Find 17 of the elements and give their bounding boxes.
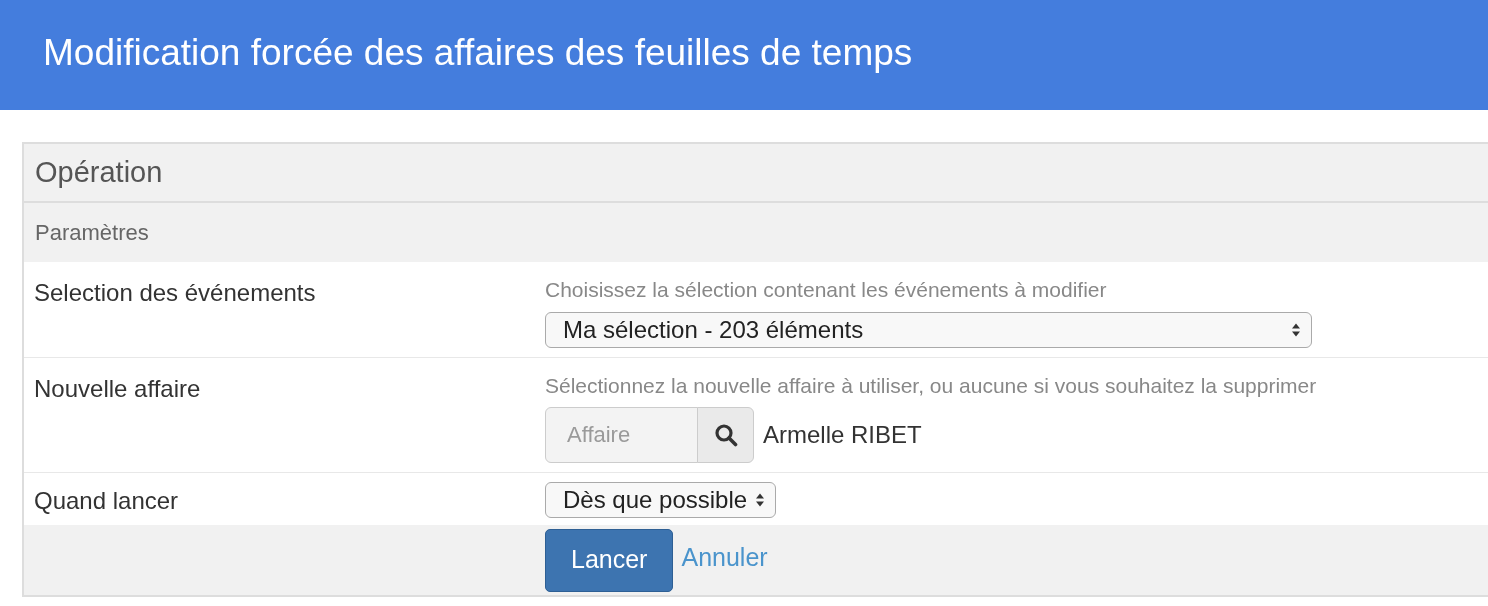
lancer-button[interactable]: Lancer: [545, 528, 674, 592]
search-button[interactable]: [697, 407, 754, 463]
select-dropdown[interactable]: Ma sélection - 203 éléments: [545, 311, 1312, 348]
select-dropdown[interactable]: Dès que possible: [545, 482, 777, 518]
panel-title: Opération: [35, 154, 163, 190]
field-label: Nouvelle affaire: [34, 374, 201, 402]
dropdown-arrows-icon: [1291, 321, 1301, 338]
field-label: Quand lancer: [34, 487, 179, 514]
field-help-text: Choisissez la sélection contenant les événements à modifier: [545, 277, 1108, 303]
selected-affaire-text: Armelle RIBET: [763, 420, 922, 450]
field-help-text: Sélectionnez la nouvelle affaire à utiliser, ou aucune si vous souhaitez la supprimer: [545, 372, 1317, 399]
panel-subtitle: Paramètres: [35, 219, 149, 247]
search-icon: [713, 423, 738, 447]
field-label: Selection des événements: [34, 279, 316, 306]
page-title: Modification forcée des affaires des feuilles de temps: [43, 31, 913, 76]
dropdown-arrows-icon: [755, 492, 766, 508]
affaire-input[interactable]: Affaire: [545, 407, 698, 463]
